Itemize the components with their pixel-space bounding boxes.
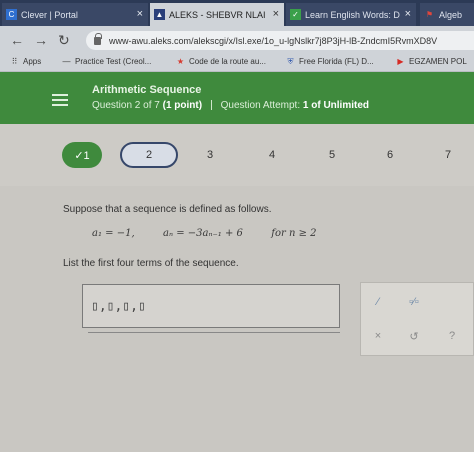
bookmark-egzamen[interactable]: ▶ EGZAMEN POL xyxy=(396,57,467,66)
bookmarks-bar: ⠿ Apps — Practice Test (Creol... ★ Code … xyxy=(0,54,474,72)
formula-first-term: a₁ = −1, xyxy=(92,228,135,239)
bookmark-label: EGZAMEN POL xyxy=(409,57,467,66)
aleks-icon: ▲ xyxy=(154,9,165,20)
fraction-icon[interactable]: ⁄ xyxy=(367,291,389,313)
dash-icon: — xyxy=(62,57,71,66)
points-label: (1 point) xyxy=(162,100,203,111)
formula-condition: for n ≥ 2 xyxy=(271,228,317,239)
lock-icon xyxy=(94,32,102,45)
bookmark-label: Code de la route au... xyxy=(189,57,266,66)
tab-label: Algeb xyxy=(439,9,463,20)
bookmark-practice-test[interactable]: — Practice Test (Creol... xyxy=(62,57,152,66)
question-navigation: ✓1 2 3 4 5 6 7 xyxy=(0,124,474,186)
learning-icon: ✓ xyxy=(290,9,301,20)
question-3-button[interactable]: 3 xyxy=(200,142,220,168)
screen: C Clever | Portal × ▲ ALEKS - SHEBVR NLA… xyxy=(0,0,474,452)
topic-title: Arithmetic Sequence xyxy=(92,84,202,96)
answer-box: ▯,▯,▯,▯ xyxy=(82,284,340,328)
question-7-button[interactable]: 7 xyxy=(438,142,458,168)
browser-tab-strip: C Clever | Portal × ▲ ALEKS - SHEBVR NLA… xyxy=(0,0,474,26)
attempt-label: Question Attempt: xyxy=(220,100,301,111)
star-icon: ★ xyxy=(176,57,185,66)
address-bar: ← → ↻ www-awu.aleks.com/alekscgi/x/Isl.e… xyxy=(0,26,474,54)
question-2-button[interactable]: 2 xyxy=(120,142,178,168)
bookmark-code-de-la-route[interactable]: ★ Code de la route au... xyxy=(176,57,266,66)
question-4-button[interactable]: 4 xyxy=(262,142,282,168)
tab-label: Clever | Portal xyxy=(21,9,78,20)
apps-grid-icon: ⠿ xyxy=(11,57,18,66)
question-label: Question 2 of 7 xyxy=(92,100,160,111)
mixed-number-icon[interactable]: ▫⁄▫ xyxy=(403,291,425,313)
close-icon[interactable]: × xyxy=(405,8,411,20)
tab-learn-english[interactable]: ✓ Learn English Words: D × xyxy=(286,3,416,26)
aleks-header: Arithmetic Sequence Question 2 of 7 (1 p… xyxy=(0,72,474,124)
youtube-icon: ▶ xyxy=(397,57,404,66)
tab-label: Learn English Words: D xyxy=(305,9,400,20)
problem-instruction: List the first four terms of the sequenc… xyxy=(63,258,239,269)
sequence-formula: a₁ = −1, aₙ = −3aₙ₋₁ + 6 for n ≥ 2 xyxy=(92,228,317,239)
close-icon[interactable]: × xyxy=(137,8,143,20)
clever-icon: C xyxy=(6,9,17,20)
close-icon[interactable]: × xyxy=(273,8,279,20)
bookmark-apps[interactable]: ⠿ Apps xyxy=(10,57,42,66)
url-text: www-awu.aleks.com/alekscgi/x/Isl.exe/1o_… xyxy=(109,35,438,46)
clear-icon[interactable]: × xyxy=(367,325,389,347)
question-info: Question 2 of 7 (1 point) Question Attem… xyxy=(92,100,369,111)
shield-icon: ⛨ xyxy=(287,56,294,66)
bookmark-free-florida[interactable]: ⛨ Free Florida (FL) D... xyxy=(286,56,374,67)
bookmark-label: Free Florida (FL) D... xyxy=(299,57,374,66)
url-field[interactable]: www-awu.aleks.com/alekscgi/x/Isl.exe/1o_… xyxy=(86,31,474,50)
tab-aleks[interactable]: ▲ ALEKS - SHEBVR NLAI × xyxy=(150,3,284,26)
forward-icon[interactable]: → xyxy=(34,32,48,48)
formula-recursive: aₙ = −3aₙ₋₁ + 6 xyxy=(163,228,243,239)
problem-prompt: Suppose that a sequence is defined as fo… xyxy=(63,204,272,215)
question-1-button[interactable]: ✓1 xyxy=(62,142,102,168)
back-icon[interactable]: ← xyxy=(10,32,24,48)
bookmark-label: Apps xyxy=(23,57,42,66)
question-6-button[interactable]: 6 xyxy=(380,142,400,168)
help-icon[interactable]: ? xyxy=(441,325,463,347)
reload-icon[interactable]: ↻ xyxy=(58,32,70,49)
math-tool-panel: ⁄ ▫⁄▫ × ↺ ? xyxy=(360,282,474,356)
tab-clever-portal[interactable]: C Clever | Portal × xyxy=(2,3,148,26)
menu-icon[interactable] xyxy=(52,94,68,106)
answer-input[interactable]: ▯,▯,▯,▯ xyxy=(91,292,151,320)
tab-label: ALEKS - SHEBVR NLAI xyxy=(169,9,266,20)
divider xyxy=(88,332,340,333)
attempt-value: 1 of Unlimited xyxy=(302,100,370,111)
bookmark-label: Practice Test (Creol... xyxy=(75,57,152,66)
problem-area: Suppose that a sequence is defined as fo… xyxy=(0,186,474,452)
flag-icon: ⚑ xyxy=(425,10,434,19)
undo-icon[interactable]: ↺ xyxy=(403,325,425,347)
divider xyxy=(210,100,212,111)
tab-algebra[interactable]: ⚑ Algeb xyxy=(420,3,474,26)
question-5-button[interactable]: 5 xyxy=(322,142,342,168)
